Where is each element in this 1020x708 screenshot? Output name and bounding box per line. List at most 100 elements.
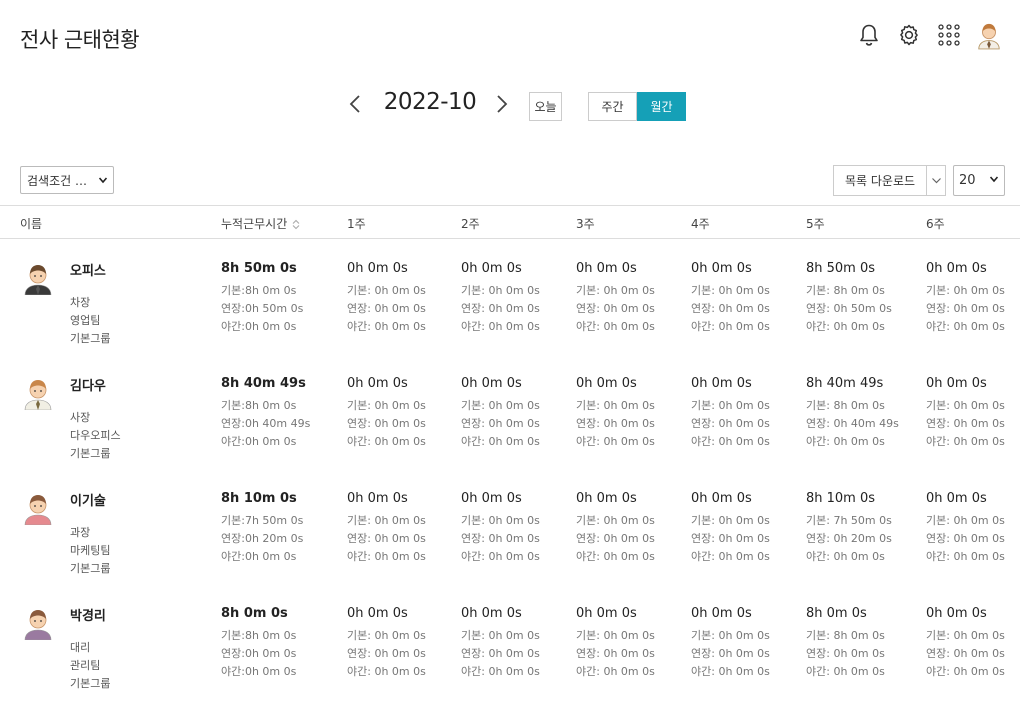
- basic-hours: 기본: 0h 0m 0s: [576, 399, 655, 412]
- night-hours: 야간: 0h 0m 0s: [576, 435, 655, 448]
- today-button[interactable]: 오늘: [529, 92, 562, 121]
- page-size-select[interactable]: 20: [953, 165, 1005, 196]
- table-row: 김다우 사장 다우오피스 기본그룹 8h 40m 49s 기본:8h 0m 0s 연…: [0, 373, 1020, 488]
- basic-hours: 기본: 7h 50m 0s: [806, 514, 892, 527]
- week-cell: 0h 0m 0s 기본: 0h 0m 0s 연장: 0h 0m 0s 야간: 0h 0…: [576, 490, 655, 566]
- column-name: 이름: [20, 217, 43, 231]
- week-cell: 0h 0m 0s 기본: 0h 0m 0s 연장: 0h 0m 0s 야간: 0h 0…: [691, 260, 770, 336]
- overtime-hours: 연장: 0h 0m 0s: [347, 302, 426, 315]
- night-hours: 야간: 0h 0m 0s: [926, 665, 1005, 678]
- overtime-hours: 연장: 0h 0m 0s: [347, 532, 426, 545]
- column-total[interactable]: 누적근무시간: [221, 215, 300, 232]
- overtime-hours: 연장: 0h 0m 0s: [347, 417, 426, 430]
- gear-icon[interactable]: [896, 20, 922, 50]
- week-hours: 0h 0m 0s: [926, 606, 987, 621]
- download-options-button[interactable]: [927, 166, 945, 195]
- overtime-hours: 연장: 0h 0m 0s: [926, 417, 1005, 430]
- bell-icon[interactable]: [856, 20, 882, 50]
- chevron-down-icon: [990, 176, 998, 183]
- prev-period-button[interactable]: [344, 90, 366, 118]
- week-hours: 0h 0m 0s: [691, 261, 752, 276]
- employee-avatar: [22, 261, 54, 296]
- night-hours: 야간: 0h 0m 0s: [806, 435, 885, 448]
- overtime-hours: 연장: 0h 0m 0s: [926, 647, 1005, 660]
- basic-hours: 기본: 0h 0m 0s: [576, 284, 655, 297]
- night-hours: 야간: 0h 0m 0s: [806, 550, 885, 563]
- night-hours: 야간:0h 0m 0s: [221, 435, 297, 448]
- week-cell: 0h 0m 0s 기본: 0h 0m 0s 연장: 0h 0m 0s 야간: 0h 0…: [347, 605, 426, 681]
- week-cell: 0h 0m 0s 기본: 0h 0m 0s 연장: 0h 0m 0s 야간: 0h 0…: [461, 375, 540, 451]
- overtime-hours: 연장: 0h 0m 0s: [926, 302, 1005, 315]
- overtime-hours: 연장: 0h 0m 0s: [691, 302, 770, 315]
- overtime-hours: 연장: 0h 0m 0s: [461, 302, 540, 315]
- week-hours: 0h 0m 0s: [576, 376, 637, 391]
- header-toolbar: [856, 20, 1002, 50]
- night-hours: 야간: 0h 0m 0s: [926, 550, 1005, 563]
- week-cell: 8h 40m 49s 기본: 8h 0m 0s 연장: 0h 40m 49s 야간: …: [806, 375, 899, 451]
- overtime-hours: 연장: 0h 0m 0s: [461, 647, 540, 660]
- overtime-hours: 연장: 0h 0m 0s: [576, 302, 655, 315]
- overtime-hours: 연장:0h 40m 49s: [221, 417, 311, 430]
- employee-position: 대리: [70, 641, 91, 654]
- basic-hours: 기본: 0h 0m 0s: [461, 629, 540, 642]
- week-cell: 0h 0m 0s 기본: 0h 0m 0s 연장: 0h 0m 0s 야간: 0h 0…: [576, 605, 655, 681]
- night-hours: 야간: 0h 0m 0s: [806, 665, 885, 678]
- night-hours: 야간:0h 0m 0s: [221, 550, 297, 563]
- week-cell: 0h 0m 0s 기본: 0h 0m 0s 연장: 0h 0m 0s 야간: 0h 0…: [461, 260, 540, 336]
- night-hours: 야간: 0h 0m 0s: [691, 320, 770, 333]
- week-cell: 0h 0m 0s 기본: 0h 0m 0s 연장: 0h 0m 0s 야간: 0h 0…: [576, 375, 655, 451]
- night-hours: 야간: 0h 0m 0s: [926, 435, 1005, 448]
- user-avatar[interactable]: [976, 20, 1002, 50]
- column-week-6: 6주: [926, 217, 945, 231]
- search-condition-select[interactable]: 검색조건 …: [20, 166, 114, 194]
- night-hours: 야간: 0h 0m 0s: [691, 435, 770, 448]
- basic-hours: 기본: 0h 0m 0s: [691, 399, 770, 412]
- overtime-hours: 연장: 0h 0m 0s: [691, 417, 770, 430]
- overtime-hours: 연장: 0h 20m 0s: [806, 532, 892, 545]
- basic-hours: 기본: 0h 0m 0s: [576, 629, 655, 642]
- week-hours: 0h 0m 0s: [347, 606, 408, 621]
- week-hours: 8h 40m 49s: [806, 376, 884, 391]
- apps-grid-icon[interactable]: [936, 20, 962, 50]
- monthly-view-button[interactable]: 월간: [637, 92, 686, 121]
- employee-name[interactable]: 박경리: [70, 605, 106, 624]
- chevron-down-icon: [99, 177, 107, 184]
- sort-icon[interactable]: [292, 219, 300, 230]
- column-week-5: 5주: [806, 217, 825, 231]
- week-cell: 0h 0m 0s 기본: 0h 0m 0s 연장: 0h 0m 0s 야간: 0h 0…: [926, 375, 1005, 451]
- employee-name[interactable]: 오피스: [70, 260, 106, 279]
- employee-position: 사장: [70, 411, 91, 424]
- week-cell: 0h 0m 0s 기본: 0h 0m 0s 연장: 0h 0m 0s 야간: 0h 0…: [926, 490, 1005, 566]
- night-hours: 야간: 0h 0m 0s: [461, 435, 540, 448]
- night-hours: 야간: 0h 0m 0s: [691, 665, 770, 678]
- week-cell: 0h 0m 0s 기본: 0h 0m 0s 연장: 0h 0m 0s 야간: 0h 0…: [691, 375, 770, 451]
- week-hours: 0h 0m 0s: [461, 606, 522, 621]
- employee-avatar: [22, 376, 54, 411]
- night-hours: 야간: 0h 0m 0s: [576, 665, 655, 678]
- download-group: 목록 다운로드: [833, 165, 946, 196]
- list-download-button[interactable]: 목록 다운로드: [834, 166, 927, 195]
- night-hours: 야간: 0h 0m 0s: [347, 550, 426, 563]
- basic-hours: 기본: 0h 0m 0s: [461, 284, 540, 297]
- employee-group: 기본그룹: [70, 447, 111, 460]
- employee-avatar: [22, 491, 54, 526]
- next-period-button[interactable]: [491, 90, 513, 118]
- overtime-hours: 연장:0h 0m 0s: [221, 647, 297, 660]
- basic-hours: 기본:8h 0m 0s: [221, 399, 297, 412]
- week-hours: 0h 0m 0s: [691, 491, 752, 506]
- basic-hours: 기본: 8h 0m 0s: [806, 284, 885, 297]
- basic-hours: 기본: 0h 0m 0s: [926, 629, 1005, 642]
- basic-hours: 기본: 0h 0m 0s: [347, 284, 426, 297]
- employee-department: 마케팅팀: [70, 544, 111, 557]
- column-week-4: 4주: [691, 217, 710, 231]
- total-cell: 8h 0m 0s 기본:8h 0m 0s 연장:0h 0m 0s 야간:0h 0m 0…: [221, 605, 296, 681]
- weekly-view-button[interactable]: 주간: [588, 92, 637, 121]
- table-row: 박경리 대리 관리팀 기본그룹 8h 0m 0s 기본:8h 0m 0s 연장:0h…: [0, 603, 1020, 708]
- week-hours: 0h 0m 0s: [347, 261, 408, 276]
- view-toggle: 주간 월간: [588, 92, 686, 121]
- employee-name[interactable]: 김다우: [70, 375, 106, 394]
- employee-name[interactable]: 이기술: [70, 490, 106, 509]
- basic-hours: 기본: 0h 0m 0s: [691, 284, 770, 297]
- week-hours: 0h 0m 0s: [926, 491, 987, 506]
- total-hours: 8h 50m 0s: [221, 261, 297, 276]
